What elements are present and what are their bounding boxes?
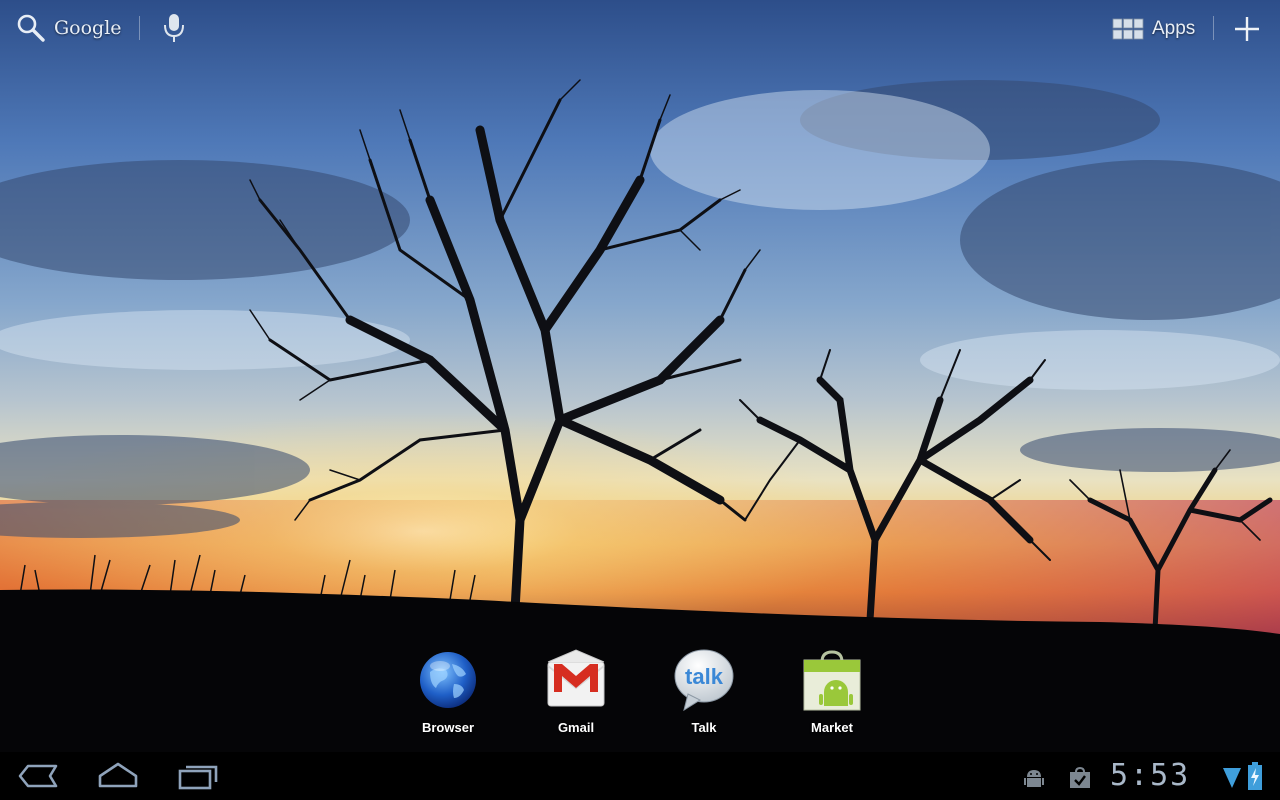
- apps-label: Apps: [1152, 18, 1196, 39]
- recent-apps-button[interactable]: [174, 760, 222, 792]
- battery-charging-icon: [1248, 762, 1262, 790]
- search-divider: [139, 16, 140, 40]
- system-bar: [0, 752, 1280, 800]
- dock-app-gmail[interactable]: Gmail: [526, 648, 626, 735]
- search-icon: [17, 14, 45, 42]
- android-debug-icon[interactable]: [1022, 766, 1046, 790]
- apps-button[interactable]: Apps: [1112, 14, 1195, 44]
- talk-bubble-icon: talk: [674, 649, 734, 712]
- add-widget-button[interactable]: [1232, 14, 1262, 44]
- wifi-icon: [1223, 768, 1241, 788]
- dock-app-market[interactable]: Market: [782, 648, 882, 735]
- dock-label-market: Market: [811, 720, 853, 735]
- dock-app-browser[interactable]: Browser: [398, 648, 498, 735]
- status-clock[interactable]: 5:53: [1110, 760, 1190, 792]
- dock-label-browser: Browser: [421, 720, 475, 735]
- recent-apps-icon: [178, 765, 218, 790]
- apps-divider: [1213, 16, 1214, 40]
- home-icon: [98, 762, 138, 788]
- home-button[interactable]: [94, 760, 142, 792]
- gmail-envelope-icon: [547, 649, 605, 707]
- voice-search-button[interactable]: [160, 12, 188, 44]
- top-bar: Google Apps: [0, 0, 1280, 56]
- google-search-widget[interactable]: Google: [16, 12, 122, 44]
- wallpaper-sunset-trees: [0, 0, 1280, 800]
- svg-text:talk: talk: [685, 664, 724, 689]
- market-notification-icon[interactable]: [1068, 766, 1092, 790]
- dock-app-talk[interactable]: talk Talk: [654, 648, 754, 735]
- globe-icon: [420, 652, 476, 708]
- dock-label-talk: Talk: [691, 720, 717, 735]
- back-button[interactable]: [14, 760, 62, 792]
- dock-label-gmail: Gmail: [557, 720, 595, 735]
- microphone-icon: [164, 14, 184, 42]
- plus-icon: [1235, 17, 1259, 41]
- market-bag-icon: [803, 650, 861, 711]
- back-icon: [18, 764, 58, 788]
- google-search-label: Google: [54, 17, 122, 39]
- grid-icon: [1112, 18, 1144, 40]
